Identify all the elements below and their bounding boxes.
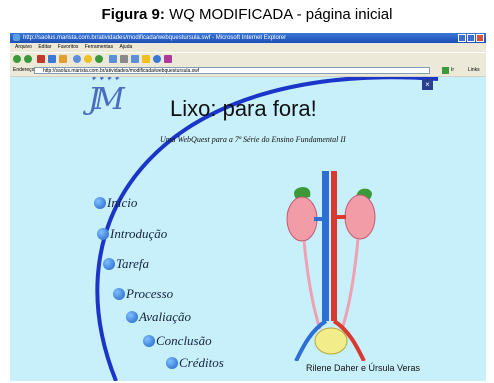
right-kidney xyxy=(344,194,376,240)
minimize-button[interactable] xyxy=(458,34,466,42)
menu-item-arquivo[interactable]: Arquivo xyxy=(15,44,32,50)
menu-item-editar[interactable]: Editar xyxy=(38,44,51,50)
favorites-icon[interactable] xyxy=(84,55,92,63)
bullet-icon xyxy=(113,288,125,300)
messenger-icon[interactable] xyxy=(153,55,161,63)
bullet-icon xyxy=(126,311,138,323)
close-button[interactable]: × xyxy=(422,79,433,90)
nav-item-introducao[interactable]: Introdução xyxy=(97,226,167,242)
history-icon[interactable] xyxy=(95,55,103,63)
nav-label: Processo xyxy=(126,286,174,301)
nav-label: Conclusão xyxy=(156,333,212,348)
caption-prefix: Figura 9: xyxy=(101,6,165,23)
nav-label: Créditos xyxy=(179,355,224,370)
bullet-icon xyxy=(97,228,109,240)
edit-icon[interactable] xyxy=(131,55,139,63)
nav-label: Avaliação xyxy=(139,309,191,324)
address-label: Endereço xyxy=(13,67,35,73)
aorta xyxy=(331,171,337,321)
nav-item-creditos[interactable]: Créditos xyxy=(166,355,224,371)
address-input[interactable]: http://saolus.marista.com.br/atividades/… xyxy=(34,67,430,74)
nav-label: Início xyxy=(107,195,138,210)
toolbar xyxy=(10,52,486,65)
folder-icon[interactable] xyxy=(142,55,150,63)
go-button[interactable]: Ir xyxy=(451,65,454,76)
bullet-icon xyxy=(103,258,115,270)
logo-stars: ✦✦✦✦ xyxy=(90,77,121,83)
caption-text: WQ MODIFICADA - página inicial xyxy=(169,6,393,23)
nav-item-avaliacao[interactable]: Avaliação xyxy=(126,309,191,325)
page-subtitle: Uma WebQuest para a 7ª Série do Ensino F… xyxy=(160,135,346,144)
menu-item-ajuda[interactable]: Ajuda xyxy=(119,44,132,50)
browser-window: http://saolus.marista.com.br/atividades/… xyxy=(10,33,486,381)
menu-item-favoritos[interactable]: Favoritos xyxy=(58,44,79,50)
nav-item-inicio[interactable]: Início xyxy=(94,195,137,211)
nav-item-processo[interactable]: Processo xyxy=(113,286,173,302)
figure-caption: Figura 9: WQ MODIFICADA - página inicial xyxy=(0,6,494,23)
urinary-system-illustration xyxy=(286,171,376,361)
ie-icon xyxy=(13,34,20,41)
home-icon[interactable] xyxy=(59,55,67,63)
menu-bar: Arquivo Editar Favoritos Ferramentas Aju… xyxy=(10,43,486,52)
decorative-arc xyxy=(95,77,439,381)
left-ureter xyxy=(302,240,322,330)
print-icon[interactable] xyxy=(120,55,128,63)
menu-item-ferramentas[interactable]: Ferramentas xyxy=(85,44,113,50)
bullet-icon xyxy=(143,335,155,347)
close-window-button[interactable] xyxy=(476,34,484,42)
authors-credit: Rilene Daher e Úrsula Veras xyxy=(306,363,421,373)
nav-item-tarefa[interactable]: Tarefa xyxy=(103,256,149,272)
bullet-icon xyxy=(166,357,178,369)
links-button[interactable]: Links xyxy=(468,65,480,76)
page-title: Lixo: para fora! xyxy=(170,96,317,121)
window-titlebar: http://saolus.marista.com.br/atividades/… xyxy=(10,33,486,43)
school-logo: ✦✦✦✦ JM xyxy=(88,77,125,117)
left-kidney xyxy=(286,196,318,242)
bladder xyxy=(314,327,348,355)
stop-icon[interactable] xyxy=(37,55,45,63)
address-bar: Endereço http://saolus.marista.com.br/at… xyxy=(10,65,486,76)
window-title: http://saolus.marista.com.br/atividades/… xyxy=(23,35,287,41)
right-ureter xyxy=(340,238,360,330)
nav-item-conclusao[interactable]: Conclusão xyxy=(143,333,212,349)
flash-content: ✦✦✦✦ JM Lixo: para fora! Uma WebQuest pa… xyxy=(10,77,486,381)
forward-icon[interactable] xyxy=(24,55,32,63)
vena-cava xyxy=(322,171,329,321)
nav-label: Tarefa xyxy=(116,256,149,271)
maximize-button[interactable] xyxy=(467,34,475,42)
research-icon[interactable] xyxy=(164,55,172,63)
mail-icon[interactable] xyxy=(109,55,117,63)
bullet-icon xyxy=(94,197,106,209)
refresh-icon[interactable] xyxy=(48,55,56,63)
nav-label: Introdução xyxy=(110,226,168,241)
search-icon[interactable] xyxy=(73,55,81,63)
back-icon[interactable] xyxy=(13,55,21,63)
go-icon[interactable] xyxy=(442,67,449,74)
logo-monogram: JM xyxy=(88,82,125,117)
